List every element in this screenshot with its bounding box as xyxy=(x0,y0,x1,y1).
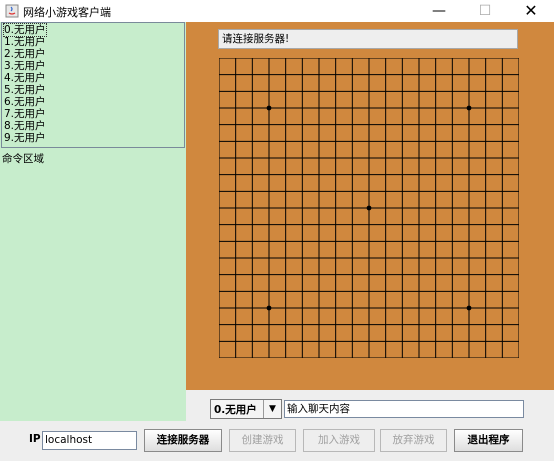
ip-label: IP xyxy=(29,433,41,445)
maximize-button[interactable]: ☐ xyxy=(462,0,508,22)
board-star-point xyxy=(466,305,472,311)
connect-server-button[interactable]: 连接服务器 xyxy=(144,429,222,452)
user-select-value: 0.无用户 xyxy=(214,404,257,416)
go-board[interactable] xyxy=(219,58,519,358)
board-star-point xyxy=(366,205,372,211)
chevron-down-icon[interactable]: ▼ xyxy=(263,400,281,418)
user-list[interactable]: 0.无用户 1.无用户 2.无用户 3.无用户 4.无用户 5.无用户 6.无用… xyxy=(1,22,185,148)
board-star-point xyxy=(266,305,272,311)
user-list-item[interactable]: 4.无用户 xyxy=(4,72,46,84)
status-field: 请连接服务器! xyxy=(218,29,518,49)
user-list-item[interactable]: 9.无用户 xyxy=(4,132,46,144)
create-game-button[interactable]: 创建游戏 xyxy=(229,429,296,452)
board-star-point xyxy=(466,105,472,111)
give-up-game-button[interactable]: 放弃游戏 xyxy=(380,429,447,452)
chat-input[interactable]: 输入聊天内容 xyxy=(284,400,524,418)
board-star-point xyxy=(266,105,272,111)
minimize-button[interactable]: — xyxy=(416,0,462,22)
ip-input[interactable]: localhost xyxy=(42,431,137,450)
user-list-item[interactable]: 5.无用户 xyxy=(4,84,46,96)
join-game-button[interactable]: 加入游戏 xyxy=(303,429,375,452)
exit-program-button[interactable]: 退出程序 xyxy=(454,429,523,452)
user-list-item[interactable]: 0.无用户 xyxy=(3,23,47,37)
user-list-item[interactable]: 7.无用户 xyxy=(4,108,46,120)
user-list-item[interactable]: 8.无用户 xyxy=(4,120,46,132)
user-list-item[interactable]: 6.无用户 xyxy=(4,96,46,108)
user-list-item[interactable]: 3.无用户 xyxy=(4,60,46,72)
java-app-icon xyxy=(5,4,19,18)
user-list-item[interactable]: 1.无用户 xyxy=(4,36,46,48)
close-button[interactable]: ✕ xyxy=(508,0,554,22)
user-list-item[interactable]: 2.无用户 xyxy=(4,48,46,60)
window-title: 网络小游戏客户端 xyxy=(23,6,111,19)
command-area-label: 命令区域 xyxy=(2,153,44,165)
